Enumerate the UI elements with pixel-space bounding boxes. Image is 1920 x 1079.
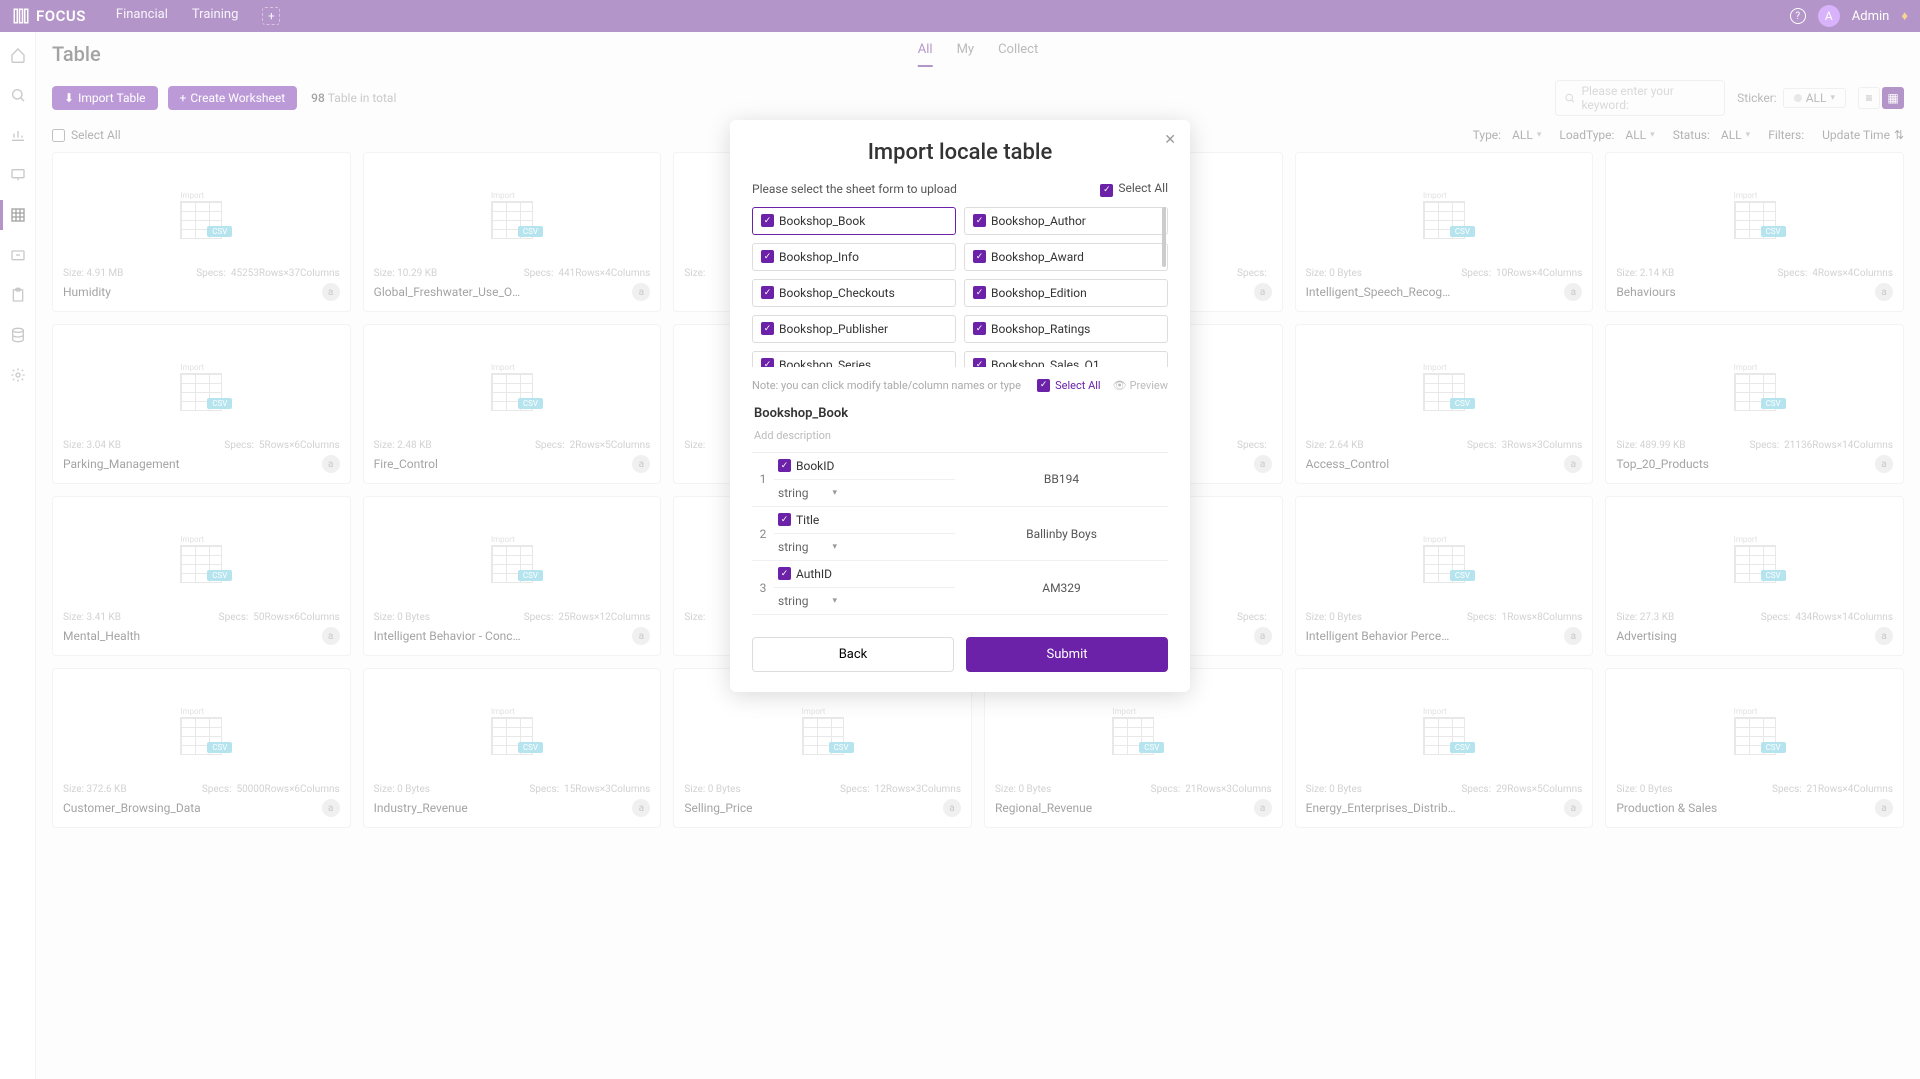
col-index: 2 bbox=[752, 507, 774, 561]
columns-table: 1 ✓BookID string▾ BB194 2 ✓Title string▾… bbox=[752, 453, 1168, 616]
col-name[interactable]: ✓BookID bbox=[774, 453, 955, 480]
back-button[interactable]: Back bbox=[752, 637, 954, 672]
col-sample: AM329 bbox=[955, 561, 1168, 615]
modal-overlay: ✕ Import locale table Please select the … bbox=[0, 0, 1920, 1079]
sheet-item[interactable]: ✓Bookshop_Publisher bbox=[752, 315, 956, 343]
sheet-item[interactable]: ✓Bookshop_Edition bbox=[964, 279, 1168, 307]
col-type-select[interactable]: string▾ bbox=[774, 480, 955, 507]
sheet-grid: ✓Bookshop_Book ✓Bookshop_Author ✓Bookshop_… bbox=[752, 207, 1168, 367]
sheet-item[interactable]: ✓Bookshop_Sales_Q1 bbox=[964, 351, 1168, 367]
col-name[interactable]: ✓AuthID bbox=[774, 561, 955, 588]
col-type-select[interactable]: string▾ bbox=[774, 534, 955, 561]
sheet-item[interactable]: ✓Bookshop_Author bbox=[964, 207, 1168, 235]
sheet-item[interactable]: ✓Bookshop_Book bbox=[752, 207, 956, 235]
submit-button[interactable]: Submit bbox=[966, 637, 1168, 672]
sheet-item[interactable]: ✓Bookshop_Ratings bbox=[964, 315, 1168, 343]
column-row[interactable]: 3 ✓AuthID string▾ AM329 bbox=[752, 561, 1168, 615]
import-modal: ✕ Import locale table Please select the … bbox=[730, 120, 1190, 692]
modal-select-all[interactable]: ✓Select All bbox=[1100, 181, 1168, 197]
sheet-item[interactable]: ✓Bookshop_Info bbox=[752, 243, 956, 271]
column-row[interactable]: 1 ✓BookID string▾ BB194 bbox=[752, 453, 1168, 507]
modal-title: Import locale table bbox=[752, 140, 1168, 165]
sheet-item[interactable]: ✓Bookshop_Checkouts bbox=[752, 279, 956, 307]
sheet-item[interactable]: ✓Bookshop_Award bbox=[964, 243, 1168, 271]
col-index: 1 bbox=[752, 453, 774, 507]
column-row[interactable]: 2 ✓Title string▾ Ballinby Boys bbox=[752, 507, 1168, 561]
columns-select-all[interactable]: ✓Select All bbox=[1037, 379, 1100, 392]
col-type-select[interactable]: string▾ bbox=[774, 588, 955, 615]
sheet-item[interactable]: ✓Bookshop_Series bbox=[752, 351, 956, 367]
table-name-input[interactable]: Bookshop_Book bbox=[752, 400, 1168, 427]
col-index: 3 bbox=[752, 561, 774, 615]
scrollbar[interactable] bbox=[1162, 207, 1166, 267]
preview-button[interactable]: 👁 Preview bbox=[1113, 379, 1168, 392]
modal-subtitle: Please select the sheet form to upload bbox=[752, 182, 957, 196]
description-input[interactable]: Add description bbox=[752, 427, 1168, 453]
col-sample: Ballinby Boys bbox=[955, 507, 1168, 561]
modal-note: Note: you can click modify table/column … bbox=[752, 379, 1021, 392]
col-sample: BB194 bbox=[955, 453, 1168, 507]
col-name[interactable]: ✓Title bbox=[774, 507, 955, 534]
close-icon[interactable]: ✕ bbox=[1164, 132, 1176, 148]
